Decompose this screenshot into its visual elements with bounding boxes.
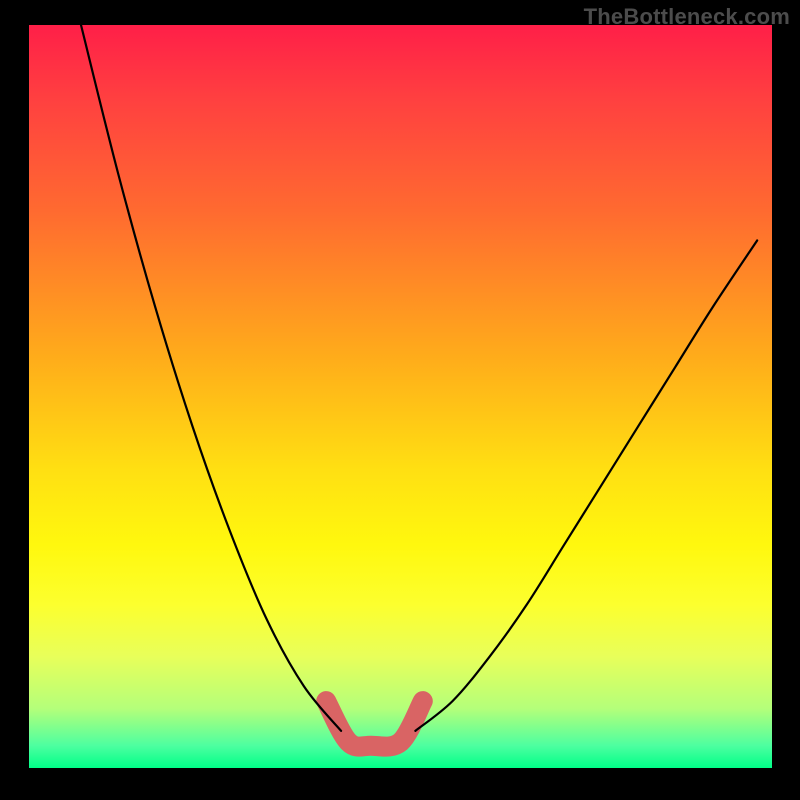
- curve-right: [415, 240, 757, 730]
- curve-left: [81, 25, 341, 731]
- chart-svg: [29, 25, 772, 768]
- watermark-label: TheBottleneck.com: [584, 4, 790, 30]
- valley-highlight: [326, 701, 423, 747]
- chart-area: [29, 25, 772, 768]
